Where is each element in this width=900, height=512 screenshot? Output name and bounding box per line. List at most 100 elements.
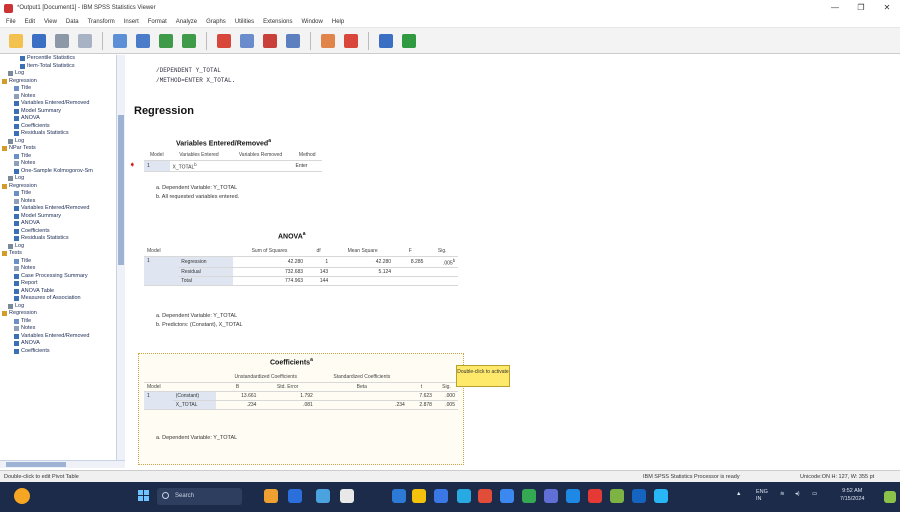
outline-node[interactable]: Item-Total Statistics bbox=[0, 63, 124, 71]
outline-node[interactable]: Regression bbox=[0, 183, 124, 191]
outline-node[interactable]: Variables Entered/Removed bbox=[0, 100, 124, 108]
scroll-thumb[interactable] bbox=[6, 462, 66, 467]
outline-node[interactable]: Percentile Statistics bbox=[0, 55, 124, 63]
menu-extensions[interactable]: Extensions bbox=[263, 19, 292, 25]
start-button[interactable] bbox=[138, 490, 150, 502]
taskbar-app-icon[interactable] bbox=[544, 489, 558, 503]
variables-button[interactable] bbox=[283, 31, 303, 51]
coefficients-table[interactable]: Unstandardized Coefficients Standardized… bbox=[144, 373, 458, 410]
outline-node[interactable]: ANOVA bbox=[0, 340, 124, 348]
outline-node[interactable]: ANOVA Table bbox=[0, 288, 124, 296]
outline-node[interactable]: Title bbox=[0, 153, 124, 161]
print-button[interactable] bbox=[52, 31, 72, 51]
taskbar-app-icon[interactable] bbox=[884, 491, 896, 503]
taskbar-clock[interactable]: 9:52 AM 7/15/2024 bbox=[840, 487, 864, 503]
outline-node[interactable]: Coefficients bbox=[0, 123, 124, 131]
outline-node[interactable]: ANOVA bbox=[0, 115, 124, 123]
goto-data-button[interactable] bbox=[214, 31, 234, 51]
menu-transform[interactable]: Transform bbox=[88, 19, 115, 25]
tray-overflow-icon[interactable]: ▲ bbox=[736, 491, 741, 497]
outline-node[interactable]: One-Sample Kolmogorov-Sm bbox=[0, 168, 124, 176]
outline-node[interactable]: Tests bbox=[0, 250, 124, 258]
taskbar-app-icon[interactable] bbox=[392, 489, 406, 503]
outline-node[interactable]: Notes bbox=[0, 160, 124, 168]
outline-pane[interactable]: Percentile Statistics Item-Total Statisti… bbox=[0, 55, 125, 468]
scroll-thumb[interactable] bbox=[118, 115, 124, 265]
vars-entered-table[interactable]: Model Variables Entered Variables Remove… bbox=[129, 151, 322, 173]
menu-utilities[interactable]: Utilities bbox=[235, 19, 254, 25]
print-preview-button[interactable] bbox=[75, 31, 95, 51]
battery-icon[interactable]: ▭ bbox=[812, 491, 817, 497]
taskbar-app-icon[interactable] bbox=[654, 489, 668, 503]
taskbar-app-icon[interactable] bbox=[457, 489, 471, 503]
outline-node[interactable]: NPar Tests bbox=[0, 145, 124, 153]
taskbar-app-icon[interactable] bbox=[566, 489, 580, 503]
goto-variable-button[interactable] bbox=[260, 31, 280, 51]
anova-table[interactable]: Model Sum of Squares df Mean Square F Si… bbox=[144, 247, 458, 287]
designate-window-button[interactable] bbox=[318, 31, 338, 51]
export-button[interactable] bbox=[110, 31, 130, 51]
outline-horizontal-scrollbar[interactable] bbox=[0, 460, 125, 468]
taskbar-app-icon[interactable] bbox=[434, 489, 448, 503]
outline-node[interactable]: Report bbox=[0, 280, 124, 288]
taskbar-app-icon[interactable] bbox=[264, 489, 278, 503]
outline-node[interactable]: ANOVA bbox=[0, 220, 124, 228]
redo-button[interactable] bbox=[179, 31, 199, 51]
outline-node[interactable]: Coefficients bbox=[0, 228, 124, 236]
goto-case-button[interactable] bbox=[237, 31, 257, 51]
outline-node[interactable]: Title bbox=[0, 85, 124, 93]
recall-dialog-button[interactable] bbox=[133, 31, 153, 51]
outline-node[interactable]: Title bbox=[0, 318, 124, 326]
outline-node[interactable]: Log bbox=[0, 303, 124, 311]
taskbar-app-icon[interactable] bbox=[522, 489, 536, 503]
taskbar-app-icon[interactable] bbox=[412, 489, 426, 503]
outline-node[interactable]: Variables Entered/Removed bbox=[0, 205, 124, 213]
volume-icon[interactable]: ◂) bbox=[795, 491, 800, 497]
menu-view[interactable]: View bbox=[44, 19, 57, 25]
outline-node[interactable]: Log bbox=[0, 70, 124, 78]
outline-node[interactable]: Coefficients bbox=[0, 348, 124, 356]
outline-node[interactable]: Title bbox=[0, 258, 124, 266]
save-button[interactable] bbox=[29, 31, 49, 51]
close-button[interactable]: ✕ bbox=[874, 0, 900, 16]
menu-file[interactable]: File bbox=[6, 19, 16, 25]
menu-help[interactable]: Help bbox=[332, 19, 344, 25]
taskbar-app-icon[interactable] bbox=[588, 489, 602, 503]
outline-node[interactable]: Residuals Statistics bbox=[0, 235, 124, 243]
menu-edit[interactable]: Edit bbox=[25, 19, 35, 25]
taskbar-app-icon[interactable] bbox=[610, 489, 624, 503]
promote-button[interactable] bbox=[376, 31, 396, 51]
outline-node[interactable]: Log bbox=[0, 175, 124, 183]
outline-node[interactable]: Regression bbox=[0, 310, 124, 318]
outline-node[interactable]: Log bbox=[0, 243, 124, 251]
outline-node[interactable]: Notes bbox=[0, 265, 124, 273]
tray-language[interactable]: ENG IN bbox=[756, 489, 768, 503]
demote-button[interactable] bbox=[399, 31, 419, 51]
menu-insert[interactable]: Insert bbox=[124, 19, 139, 25]
menu-format[interactable]: Format bbox=[148, 19, 167, 25]
outline-vertical-scrollbar[interactable] bbox=[116, 55, 125, 460]
menu-data[interactable]: Data bbox=[66, 19, 79, 25]
outline-node[interactable]: Notes bbox=[0, 93, 124, 101]
taskbar-app-icon[interactable] bbox=[632, 489, 646, 503]
outline-node[interactable]: Model Summary bbox=[0, 213, 124, 221]
open-button[interactable] bbox=[6, 31, 26, 51]
output-content-pane[interactable]: /DEPENDENT Y_TOTAL /METHOD=ENTER X_TOTAL… bbox=[126, 55, 900, 468]
outline-node[interactable]: Log bbox=[0, 138, 124, 146]
wifi-icon[interactable]: ≋ bbox=[780, 491, 785, 497]
outline-node[interactable]: Residuals Statistics bbox=[0, 130, 124, 138]
weather-icon[interactable] bbox=[14, 488, 30, 504]
outline-node[interactable]: Measures of Association bbox=[0, 295, 124, 303]
outline-node[interactable]: Case Processing Summary bbox=[0, 273, 124, 281]
outline-node[interactable]: Title bbox=[0, 190, 124, 198]
undo-button[interactable] bbox=[156, 31, 176, 51]
outline-node[interactable]: Model Summary bbox=[0, 108, 124, 116]
outline-node[interactable]: Notes bbox=[0, 325, 124, 333]
taskbar-search[interactable]: Search bbox=[157, 488, 242, 505]
minimize-button[interactable]: — bbox=[822, 0, 848, 16]
taskbar-app-icon[interactable] bbox=[340, 489, 354, 503]
taskbar-app-icon[interactable] bbox=[288, 489, 302, 503]
menu-window[interactable]: Window bbox=[302, 19, 323, 25]
taskbar-app-icon[interactable] bbox=[478, 489, 492, 503]
maximize-button[interactable]: ❐ bbox=[848, 0, 874, 16]
